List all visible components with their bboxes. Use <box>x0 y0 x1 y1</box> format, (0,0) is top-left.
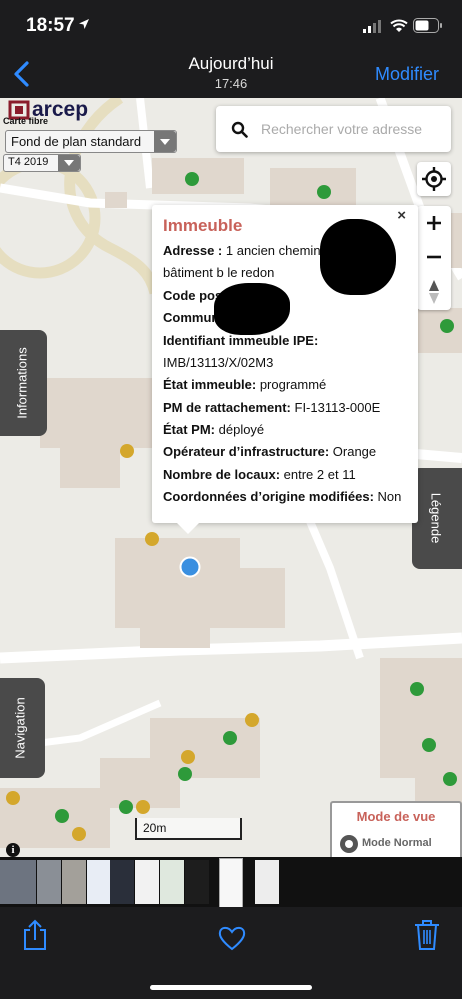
building-marker-yellow[interactable] <box>136 800 150 814</box>
chevron-down-icon <box>58 155 80 171</box>
pm-value: FI-13113-000E <box>294 400 381 415</box>
photo-thumbnail[interactable] <box>87 860 111 904</box>
building-marker-green[interactable] <box>422 738 436 752</box>
view-mode-option[interactable]: Mode Normal <box>362 837 432 849</box>
clock: 18:57 <box>26 15 75 36</box>
wifi-icon <box>390 19 408 32</box>
photo-thumbnail[interactable] <box>160 860 184 904</box>
building-marker-yellow[interactable] <box>245 713 259 727</box>
edit-button[interactable]: Modifier <box>375 64 439 85</box>
coords-modified-value: Non <box>377 489 402 504</box>
address-search[interactable]: Rechercher votre adresse <box>216 106 451 152</box>
ipe-label: Identifiant immeuble IPE: <box>163 333 319 348</box>
building-marker-yellow[interactable] <box>120 444 134 458</box>
view-mode-panel: Mode de vue Mode Normal <box>330 801 462 857</box>
popup-pointer <box>176 522 200 534</box>
photo-thumbnail[interactable] <box>185 860 209 904</box>
informations-tab[interactable]: Informations <box>0 330 47 436</box>
photo-thumbnail[interactable] <box>0 860 36 904</box>
coords-modified-label: Coordonnées d’origine modifiées: <box>163 489 374 504</box>
pm-state-label: État PM: <box>163 422 215 437</box>
units-label: Nombre de locaux: <box>163 467 281 482</box>
ipe-value: IMB/13113/X/02M3 <box>163 355 274 370</box>
crosshair-icon <box>422 167 446 191</box>
building-info-popup: Immeuble × Adresse : 1 ancien chemin bât… <box>152 205 418 523</box>
building-marker-yellow[interactable] <box>145 532 159 546</box>
carte-fibre-label: Carte fibre <box>3 116 49 126</box>
search-icon <box>231 121 248 138</box>
legende-tab[interactable]: Légende <box>412 468 462 569</box>
building-marker-green[interactable] <box>178 767 192 781</box>
commune-label: Commun <box>163 310 220 325</box>
photo-thumbnail-strip[interactable] <box>0 857 462 908</box>
building-marker-green[interactable] <box>410 682 424 696</box>
address-line2: bâtiment b le redon <box>163 265 275 280</box>
layer-select-value: Fond de plan standard <box>11 134 142 149</box>
building-marker-green[interactable] <box>185 172 199 186</box>
building-marker-green[interactable] <box>55 809 69 823</box>
compass-icon[interactable] <box>417 274 451 310</box>
status-bar: 18:57 <box>0 0 462 50</box>
period-select-value: T4 2019 <box>8 156 49 168</box>
navigation-tab[interactable]: Navigation <box>0 678 45 778</box>
period-select[interactable]: T4 2019 <box>3 154 81 172</box>
building-marker-green[interactable] <box>443 772 457 786</box>
zoom-controls <box>417 206 451 310</box>
photo-thumbnail[interactable] <box>37 860 61 904</box>
building-marker-green[interactable] <box>223 731 237 745</box>
search-input-placeholder[interactable]: Rechercher votre adresse <box>261 121 422 137</box>
address-value: 1 ancien chemin <box>225 243 321 258</box>
heart-icon[interactable] <box>218 925 246 951</box>
informations-tab-label: Informations <box>14 347 30 419</box>
building-marker-yellow[interactable] <box>6 791 20 805</box>
photo-thumbnail[interactable] <box>62 860 86 904</box>
locate-button[interactable] <box>417 162 451 196</box>
address-row: Adresse : 1 ancien chemin <box>163 243 321 258</box>
units-value: entre 2 et 11 <box>283 467 356 482</box>
legende-tab-label: Légende <box>428 492 444 544</box>
trash-icon[interactable] <box>414 919 440 951</box>
map-view[interactable]: arcep Carte fibre Fond de plan standard … <box>0 98 462 857</box>
operator-label: Opérateur d’infrastructure: <box>163 444 330 459</box>
redaction-mark <box>320 219 396 295</box>
operator-value: Orange <box>332 444 377 459</box>
info-icon[interactable]: i <box>6 843 20 857</box>
building-marker-green[interactable] <box>317 185 331 199</box>
chevron-down-icon <box>154 131 176 152</box>
nav-bar: Aujourd’hui 17:46 Modifier <box>0 50 462 98</box>
building-marker-green[interactable] <box>119 800 133 814</box>
current-location-marker <box>179 556 201 578</box>
location-arrow-icon <box>79 19 89 29</box>
pm-state-value: déployé <box>218 422 265 437</box>
view-mode-title: Mode de vue <box>356 809 436 824</box>
photo-thumbnail[interactable] <box>110 860 134 904</box>
radio-selected-icon[interactable] <box>340 835 358 853</box>
zoom-in-icon[interactable] <box>417 206 451 240</box>
layer-select[interactable]: Fond de plan standard <box>5 130 177 153</box>
zoom-out-icon[interactable] <box>417 240 451 274</box>
pm-label: PM de rattachement: <box>163 400 291 415</box>
building-state-label: État immeuble: <box>163 377 257 392</box>
battery-icon <box>413 18 442 33</box>
photo-thumbnail[interactable] <box>135 860 159 904</box>
home-indicator <box>150 985 312 990</box>
share-icon[interactable] <box>22 919 48 951</box>
photo-thumbnail-selected[interactable] <box>219 858 243 908</box>
building-marker-green[interactable] <box>440 319 454 333</box>
building-marker-yellow[interactable] <box>181 750 195 764</box>
photo-thumbnail[interactable] <box>255 860 279 904</box>
address-label: Adresse : <box>163 243 223 258</box>
scale-bar: 20m <box>135 818 242 840</box>
signal-icon <box>363 20 381 33</box>
redaction-mark <box>214 283 290 335</box>
scale-label: 20m <box>143 821 167 835</box>
popup-title: Immeuble <box>163 216 243 235</box>
building-state-value: programmé <box>259 377 327 392</box>
building-marker-yellow[interactable] <box>72 827 86 841</box>
navigation-tab-label: Navigation <box>12 697 28 759</box>
close-icon[interactable]: × <box>397 207 406 224</box>
